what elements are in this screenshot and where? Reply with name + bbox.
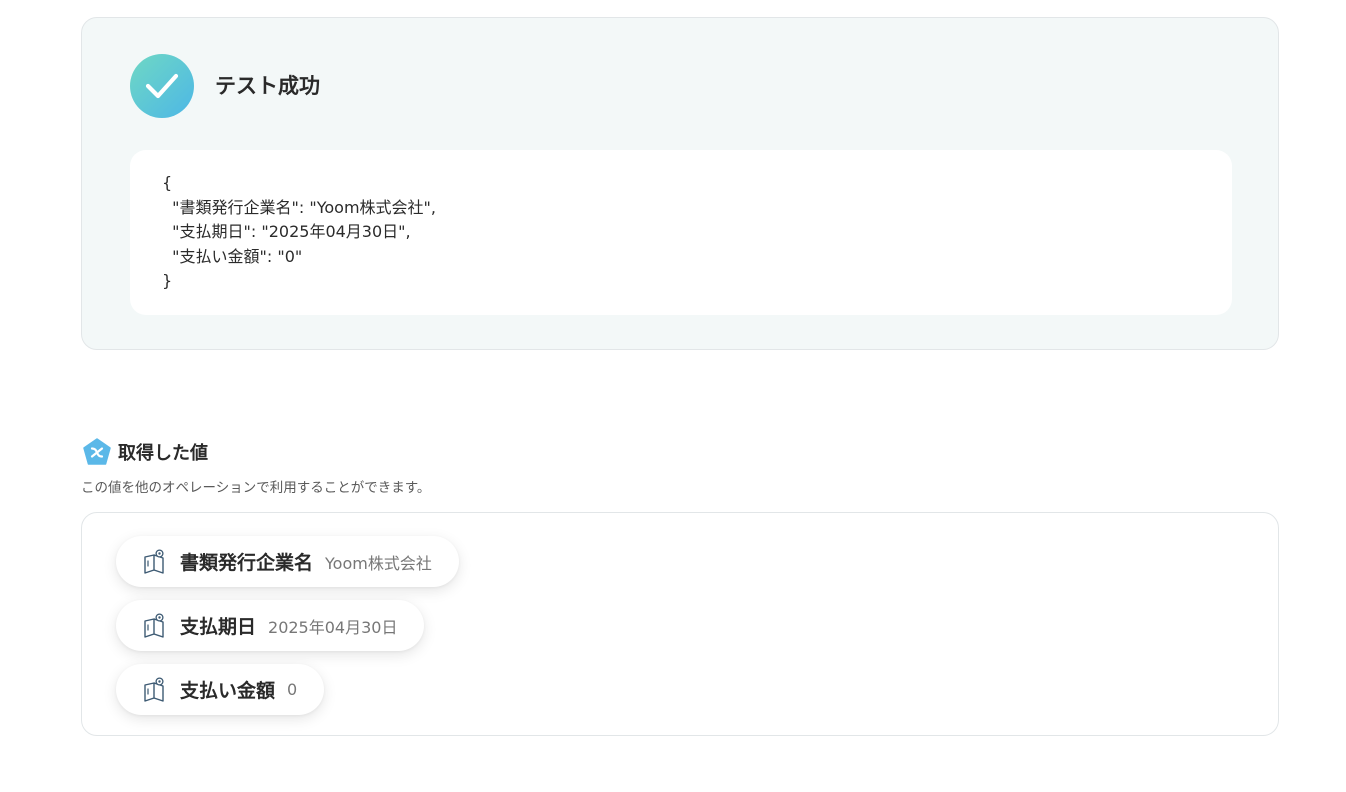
value-chip-value: 0	[287, 680, 298, 699]
retrieved-values-title: 取得した値	[118, 443, 208, 464]
check-circle-icon	[130, 54, 194, 118]
value-chip-amount[interactable]: 支払い金額 0	[116, 664, 325, 715]
test-success-title: テスト成功	[215, 74, 320, 98]
retrieved-values-description: この値を他のオペレーションで利用することができます。	[81, 480, 431, 496]
value-chip-label: 書類発行企業名	[180, 552, 314, 574]
value-chip-issuer[interactable]: 書類発行企業名 Yoom株式会社	[116, 536, 459, 587]
json-line: "支払期日": "2025年04月30日",	[162, 222, 411, 241]
value-chip-label: 支払い金額	[180, 680, 276, 702]
book-icon	[144, 676, 164, 702]
variable-pentagon-icon	[83, 438, 111, 465]
value-chip-label: 支払期日	[180, 616, 257, 638]
json-line: {	[162, 173, 173, 192]
value-chip-due-date[interactable]: 支払期日 2025年04月30日	[116, 600, 425, 651]
json-output: { "書類発行企業名": "Yoom株式会社", "支払期日": "2025年0…	[130, 150, 1232, 315]
retrieved-values-header: 取得した値	[82, 437, 208, 467]
book-icon	[144, 612, 164, 638]
book-icon	[144, 548, 164, 574]
test-result-card: テスト成功 { "書類発行企業名": "Yoom株式会社", "支払期日": "…	[81, 17, 1279, 350]
value-chip-value: 2025年04月30日	[268, 617, 398, 637]
json-line: "支払い金額": "0"	[162, 246, 303, 266]
json-line: "書類発行企業名": "Yoom株式会社",	[162, 197, 436, 217]
retrieved-values-card: 書類発行企業名 Yoom株式会社 支払期日 2025年04月30日 支払い金額 …	[81, 512, 1279, 736]
value-chip-value: Yoom株式会社	[325, 553, 432, 573]
page: テスト成功 { "書類発行企業名": "Yoom株式会社", "支払期日": "…	[0, 0, 1346, 792]
json-line: }	[162, 271, 173, 290]
